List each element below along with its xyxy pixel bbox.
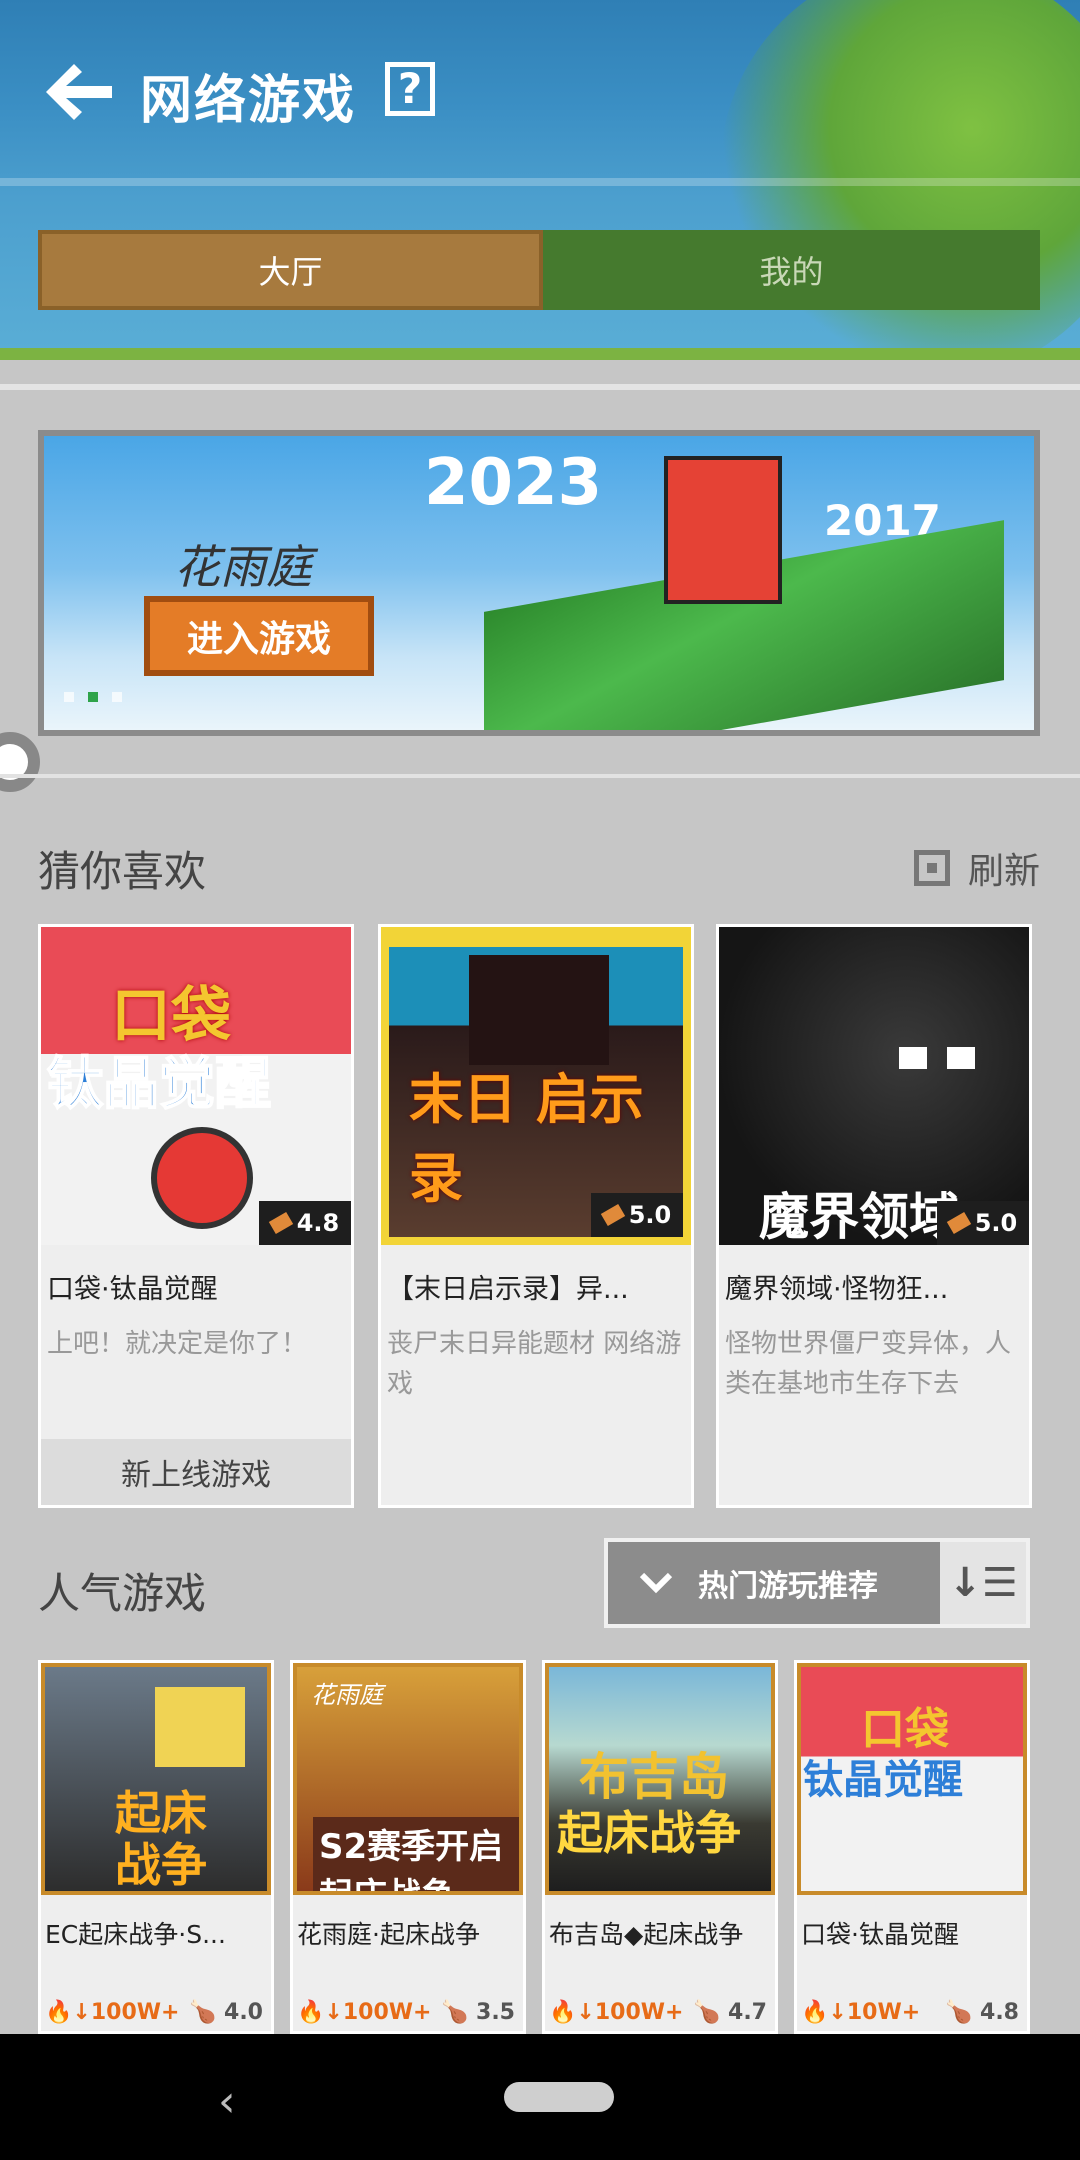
game-card[interactable]: 魔界领域 5.0 魔界领域·怪物狂... 怪物世界僵尸变异体，人类在基地市生存下… (716, 924, 1032, 1508)
tab-mine[interactable]: 我的 (543, 230, 1040, 310)
rating-value: 5.0 (974, 1209, 1018, 1237)
new-game-tag: 新上线游戏 (41, 1439, 351, 1505)
divider (0, 384, 1080, 390)
game-score: 🍗 4.7 (692, 2000, 767, 2025)
sort-icon[interactable]: ↓☰ (940, 1542, 1026, 1624)
nav-home-pill[interactable] (504, 2082, 614, 2112)
game-title: 口袋·钛晶觉醒 (801, 1920, 959, 1949)
game-title: 布吉岛◆起床战争 (549, 1920, 744, 1949)
promo-banner[interactable]: 2023 2017 花雨庭 进入游戏 (38, 430, 1040, 736)
monster-eyes-art (899, 1047, 979, 1077)
popular-game-card[interactable]: 口袋 钛晶觉醒 口袋·钛晶觉醒 🔥↓10W+ 🍗 4.8 (794, 1660, 1030, 2034)
game-description: 上吧！就决定是你了！ (47, 1329, 308, 1359)
play-count: 🔥↓100W+ (549, 2000, 684, 2025)
system-nav-bar: ‹ (0, 2034, 1080, 2160)
game-description: 怪物世界僵尸变异体，人类在基地市生存下去 (725, 1329, 1012, 1399)
game-score: 🍗 4.0 (188, 2000, 263, 2025)
banner-pager-dots (64, 692, 122, 702)
play-count: 🔥↓10W+ (801, 2000, 921, 2025)
pager-dot[interactable] (112, 692, 122, 702)
enter-game-button[interactable]: 进入游戏 (144, 596, 374, 676)
popular-game-card[interactable]: 起床 战争 EC起床战争·S... 🔥↓100W+ 🍗 4.0 (38, 1660, 274, 2034)
game-score: 🍗 3.5 (440, 2000, 515, 2025)
game-stats: 🔥↓10W+ 🍗 4.8 (801, 2000, 1019, 2025)
back-arrow-icon[interactable] (38, 52, 118, 132)
drumstick-icon (946, 1211, 971, 1235)
rating-value: 5.0 (628, 1201, 672, 1229)
blocky-face-art (155, 1687, 245, 1767)
banner-year-left: 2023 (424, 446, 603, 520)
game-thumbnail: 魔界领域 5.0 (719, 927, 1029, 1245)
drumstick-icon (600, 1203, 625, 1227)
header-band (0, 178, 1080, 186)
game-title: 魔界领域·怪物狂... (725, 1274, 949, 1305)
pager-dot[interactable] (64, 692, 74, 702)
game-description: 丧尸末日异能题材 网络游戏 (387, 1329, 682, 1399)
thumb-brand-text: 花雨庭 (311, 1681, 383, 1709)
boss-art (469, 955, 609, 1065)
header-grass-strip (0, 348, 1080, 360)
popular-game-card[interactable]: 布吉岛 起床战争 布吉岛◆起床战争 🔥↓100W+ 🍗 4.7 (542, 1660, 778, 2034)
floating-assistant-handle[interactable] (0, 732, 40, 792)
thumb-logo-text: 魔界领域 (759, 1188, 959, 1245)
refresh-label: 刷新 (967, 851, 1040, 892)
thumb-logo-text: 钛晶觉醒 (46, 1051, 272, 1118)
help-icon[interactable]: ? (385, 62, 435, 116)
game-thumbnail: 口袋 钛晶觉醒 (797, 1663, 1027, 1895)
game-card[interactable]: 末日 启示录 5.0 【末日启示录】异... 丧尸末日异能题材 网络游戏 (378, 924, 694, 1508)
game-thumbnail: 布吉岛 起床战争 (545, 1663, 775, 1895)
thumb-logo-text: 钛晶觉醒 (803, 1757, 963, 1803)
rating-badge: 5.0 (937, 1201, 1029, 1245)
game-title: 口袋·钛晶觉醒 (47, 1274, 218, 1305)
dropdown-main[interactable]: 热门游玩推荐 (608, 1542, 940, 1624)
rating-value: 4.8 (296, 1209, 340, 1237)
chevron-down-icon (639, 1572, 673, 1594)
banner-brand: 花雨庭 (174, 540, 312, 594)
game-thumbnail: 末日 启示录 5.0 (381, 927, 691, 1245)
game-thumbnail: 口袋 钛晶觉醒 4.8 (41, 927, 351, 1245)
thumb-logo-text: S2赛季开启 起床战争 (313, 1817, 519, 1891)
play-count: 🔥↓100W+ (45, 2000, 180, 2025)
game-score: 🍗 4.8 (944, 2000, 1019, 2025)
banner-character-art (664, 456, 782, 604)
divider (0, 774, 1080, 778)
dropdown-label: 热门游玩推荐 (698, 1569, 878, 1604)
recommend-dropdown[interactable]: 热门游玩推荐 ↓☰ (604, 1538, 1030, 1628)
pager-dot-active[interactable] (88, 692, 98, 702)
rating-badge: 4.8 (259, 1201, 351, 1245)
header: 网络游戏 ? 大厅 我的 (0, 0, 1080, 360)
drumstick-icon (268, 1211, 293, 1235)
popular-game-card[interactable]: 花雨庭 S2赛季开启 起床战争 花雨庭·起床战争 🔥↓100W+ 🍗 3.5 (290, 1660, 526, 2034)
game-stats: 🔥↓100W+ 🍗 3.5 (297, 2000, 515, 2025)
nav-back-icon[interactable]: ‹ (218, 2076, 236, 2127)
rating-badge: 5.0 (591, 1193, 683, 1237)
game-stats: 🔥↓100W+ 🍗 4.7 (549, 2000, 767, 2025)
thumb-logo-text: 起床 战争 (115, 1786, 207, 1892)
game-thumbnail: 起床 战争 (41, 1663, 271, 1895)
tab-bar: 大厅 我的 (38, 230, 1040, 310)
page-title: 网络游戏 (140, 71, 357, 131)
thumb-logo-text: 起床战争 (557, 1806, 741, 1860)
section-title-popular: 人气游戏 (38, 1569, 207, 1618)
game-title: EC起床战争·S... (45, 1920, 226, 1949)
tab-lobby[interactable]: 大厅 (38, 230, 543, 310)
thumb-logo-text: 末日 启示录 (409, 1068, 644, 1210)
game-card[interactable]: 口袋 钛晶觉醒 4.8 口袋·钛晶觉醒 上吧！就决定是你了！ 新上线游戏 (38, 924, 354, 1508)
pokeball-art (151, 1127, 253, 1229)
game-title: 【末日启示录】异... (387, 1274, 629, 1305)
game-thumbnail: 花雨庭 S2赛季开启 起床战争 (293, 1663, 523, 1895)
refresh-icon (913, 850, 950, 886)
game-stats: 🔥↓100W+ 🍗 4.0 (45, 2000, 263, 2025)
play-count: 🔥↓100W+ (297, 2000, 432, 2025)
refresh-button[interactable]: 刷新 (913, 842, 1040, 894)
section-title-guess: 猜你喜欢 (38, 847, 207, 896)
game-title: 花雨庭·起床战争 (297, 1920, 480, 1949)
